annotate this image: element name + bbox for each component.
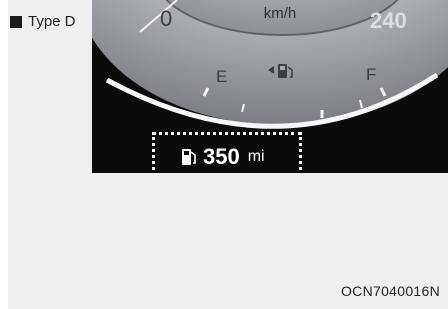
range-display-box: 350 mi: [152, 132, 302, 173]
image-code-caption: OCN7040016N: [340, 283, 440, 299]
type-label-text: Type D: [28, 13, 76, 30]
bullet-square-icon: [10, 15, 22, 28]
range-unit: mi: [247, 148, 265, 165]
range-value: 350: [203, 144, 240, 169]
type-label: Type D: [10, 13, 76, 30]
speed-unit: km/h: [264, 5, 297, 22]
fuel-empty-label: E: [216, 67, 227, 86]
speed-numeral-right: 240: [370, 8, 407, 33]
fuel-full-label: F: [366, 65, 376, 84]
fuel-pump-icon: [182, 149, 196, 165]
speed-numeral-left: 0: [160, 6, 172, 31]
instrument-cluster-photo: 0 km/h 240 E F 350 mi: [92, 0, 448, 173]
